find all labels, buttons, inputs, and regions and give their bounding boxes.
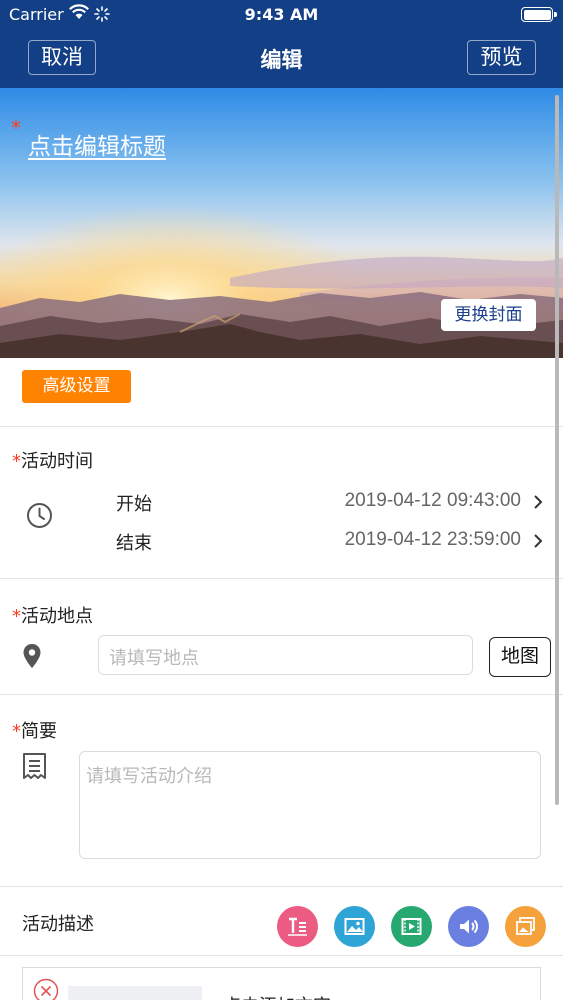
divider [0, 578, 563, 579]
edit-title-link[interactable]: 点击编辑标题 [28, 127, 166, 161]
start-label: 开始 [116, 494, 152, 515]
summary-textarea[interactable]: 请填写活动介绍 [79, 751, 541, 859]
video-icon[interactable] [391, 906, 432, 947]
location-section-label: *活动地点 [12, 606, 93, 627]
location-pin-icon [22, 643, 42, 673]
required-mark: * [11, 116, 21, 140]
chevron-right-icon [533, 494, 543, 515]
status-bar: Carrier 9:43 AM [0, 0, 563, 30]
chevron-right-icon [533, 533, 543, 554]
end-time-value: 2019-04-12 23:59:00 [344, 529, 521, 550]
divider [0, 694, 563, 695]
end-time-row[interactable]: 结束 2019-04-12 23:59:00 [0, 525, 563, 557]
text-block-card[interactable]: 点击添加文字 [22, 967, 541, 1000]
image-icon[interactable] [334, 906, 375, 947]
divider [0, 886, 563, 887]
scrollbar[interactable] [555, 95, 559, 805]
location-input[interactable]: 请填写地点 [98, 635, 473, 675]
time-section-label: *活动时间 [12, 451, 93, 472]
advanced-settings-button[interactable]: 高级设置 [22, 370, 131, 403]
navigation-bar: Carrier 9:43 AM 取消 编辑 预览 [0, 0, 563, 88]
summary-section-label: *简要 [12, 721, 57, 742]
divider [0, 426, 563, 427]
battery-icon [521, 7, 557, 22]
audio-icon[interactable] [448, 906, 489, 947]
end-label: 结束 [116, 533, 152, 554]
delete-icon[interactable] [33, 978, 59, 1000]
start-time-row[interactable]: 开始 2019-04-12 09:43:00 [0, 486, 563, 518]
map-button[interactable]: 地图 [489, 637, 551, 677]
change-cover-button[interactable]: 更换封面 [441, 299, 536, 331]
text-block-thumbnail [68, 986, 202, 1000]
document-icon [22, 752, 47, 786]
gallery-icon[interactable] [505, 906, 546, 947]
clock: 9:43 AM [244, 5, 319, 24]
description-section-label: 活动描述 [22, 914, 94, 935]
preview-button[interactable]: 预览 [467, 40, 536, 75]
start-time-value: 2019-04-12 09:43:00 [344, 490, 521, 511]
add-text-label: 点击添加文字 [223, 992, 331, 1000]
divider [0, 955, 563, 956]
text-icon[interactable] [277, 906, 318, 947]
